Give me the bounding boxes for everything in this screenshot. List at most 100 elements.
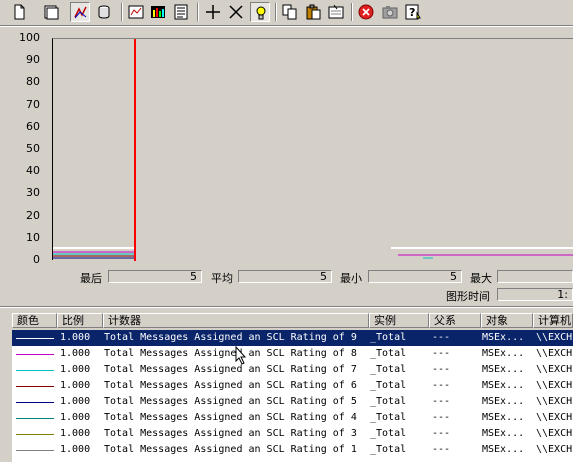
cell-parent: ---: [432, 348, 451, 359]
svg-text:?: ?: [409, 6, 415, 19]
counter-row[interactable]: 1.000 Total Messages Assigned an SCL Rati…: [12, 394, 573, 410]
view-histogram-icon[interactable]: [148, 2, 168, 22]
cell-scale: 1.000: [60, 348, 91, 359]
cell-scale: 1.000: [60, 332, 91, 343]
plot-canvas: [53, 39, 573, 261]
column-header-color[interactable]: 颜色: [12, 313, 57, 328]
color-swatch: [16, 370, 54, 371]
column-header-scale[interactable]: 比例: [57, 313, 103, 328]
update-data-icon[interactable]: [380, 2, 400, 22]
plot-area: [52, 38, 573, 261]
cell-object: MSEx...: [482, 428, 525, 439]
avg-value: 5: [238, 270, 332, 283]
max-value: [497, 270, 573, 283]
view-log-data-icon[interactable]: [94, 2, 114, 22]
cell-computer: \\EXCH: [536, 428, 573, 439]
toolbar-separator: [197, 3, 199, 21]
color-swatch: [16, 386, 54, 387]
y-tick-label: 50: [26, 142, 40, 155]
counter-row[interactable]: 1.000 Total Messages Assigned an SCL Rati…: [12, 426, 573, 442]
cell-parent: ---: [432, 428, 451, 439]
color-swatch: [16, 434, 54, 435]
avg-label: 平均: [211, 272, 233, 285]
mouse-pointer-icon: [235, 346, 247, 365]
delete-counter-icon[interactable]: [226, 2, 246, 22]
duration-value: 1:: [497, 288, 573, 301]
cell-object: MSEx...: [482, 444, 525, 455]
y-tick-label: 100: [19, 31, 40, 44]
toolbar-separator: [351, 3, 353, 21]
cell-parent: ---: [432, 396, 451, 407]
column-header-instance[interactable]: 实例: [369, 313, 429, 328]
column-header-parent[interactable]: 父系: [429, 313, 481, 328]
cell-instance: _Total: [370, 348, 407, 359]
y-tick-label: 30: [26, 186, 40, 200]
cell-counter: Total Messages Assigned an SCL Rating of…: [104, 444, 357, 455]
color-swatch: [16, 418, 54, 419]
counter-row[interactable]: 1.000 Total Messages Assigned an SCL Rati…: [12, 346, 573, 362]
cell-object: MSEx...: [482, 364, 525, 375]
cell-parent: ---: [432, 364, 451, 375]
view-current-activity-icon[interactable]: [70, 2, 90, 22]
column-header-counter[interactable]: 计数器: [103, 313, 369, 328]
max-label: 最大: [470, 272, 492, 285]
cell-counter: Total Messages Assigned an SCL Rating of…: [104, 380, 357, 391]
column-header-computer[interactable]: 计算机: [533, 313, 573, 328]
counter-row[interactable]: 1.000 Total Messages Assigned an SCL Rati…: [12, 410, 573, 426]
clear-display-icon[interactable]: [41, 2, 61, 22]
last-label: 最后: [80, 272, 102, 285]
cell-object: MSEx...: [482, 348, 525, 359]
cell-parent: ---: [432, 444, 451, 455]
cell-computer: \\EXCH: [536, 444, 573, 455]
counter-row[interactable]: 1.000 Total Messages Assigned an SCL Rati…: [12, 362, 573, 378]
y-tick-label: 40: [26, 164, 40, 178]
cell-scale: 1.000: [60, 380, 91, 391]
cell-object: MSEx...: [482, 380, 525, 391]
cell-parent: ---: [432, 412, 451, 423]
cell-counter: Total Messages Assigned an SCL Rating of…: [104, 332, 357, 343]
freeze-display-icon[interactable]: [356, 2, 376, 22]
cell-counter: Total Messages Assigned an SCL Rating of…: [104, 428, 357, 439]
color-swatch: [16, 402, 54, 403]
cell-instance: _Total: [370, 364, 407, 375]
cell-instance: _Total: [370, 332, 407, 343]
color-swatch: [16, 450, 54, 451]
new-counter-set-icon[interactable]: [9, 2, 29, 22]
cell-parent: ---: [432, 380, 451, 391]
cell-object: MSEx...: [482, 332, 525, 343]
counter-list-header: 颜色 比例 计数器 实例 父系 对象 计算机: [12, 313, 573, 328]
counter-row[interactable]: 1.000 Total Messages Assigned an SCL Rati…: [12, 330, 573, 346]
y-tick-label: 0: [33, 253, 40, 266]
cell-computer: \\EXCH: [536, 396, 573, 407]
y-tick-label: 90: [26, 53, 40, 67]
cell-counter: Total Messages Assigned an SCL Rating of…: [104, 396, 357, 407]
min-label: 最小: [340, 272, 362, 285]
cell-instance: _Total: [370, 396, 407, 407]
cell-computer: \\EXCH: [536, 348, 573, 359]
view-graph-icon[interactable]: [126, 2, 146, 22]
cell-instance: _Total: [370, 380, 407, 391]
properties-icon[interactable]: [326, 2, 346, 22]
toolbar-separator: [275, 3, 277, 21]
color-swatch: [16, 354, 54, 355]
cell-instance: _Total: [370, 412, 407, 423]
y-tick-label: 80: [26, 75, 40, 89]
cell-parent: ---: [432, 332, 451, 343]
highlight-icon[interactable]: [250, 2, 270, 22]
counter-row[interactable]: 1.000 Total Messages Assigned an SCL Rati…: [12, 442, 573, 458]
y-tick-label: 10: [26, 230, 40, 244]
cell-computer: \\EXCH: [536, 380, 573, 391]
cell-instance: _Total: [370, 428, 407, 439]
counter-row[interactable]: 1.000 Total Messages Assigned an SCL Rati…: [12, 378, 573, 394]
cell-scale: 1.000: [60, 364, 91, 375]
counter-list[interactable]: 1.000 Total Messages Assigned an SCL Rati…: [12, 330, 573, 462]
copy-properties-icon[interactable]: [280, 2, 300, 22]
view-report-icon[interactable]: [171, 2, 191, 22]
column-header-object[interactable]: 对象: [481, 313, 533, 328]
cell-counter: Total Messages Assigned an SCL Rating of…: [104, 412, 357, 423]
y-tick-label: 70: [26, 97, 40, 111]
help-icon[interactable]: ?: [403, 2, 423, 22]
paste-counter-list-icon[interactable]: [303, 2, 323, 22]
y-tick-label: 60: [26, 119, 40, 133]
add-counter-icon[interactable]: [203, 2, 223, 22]
